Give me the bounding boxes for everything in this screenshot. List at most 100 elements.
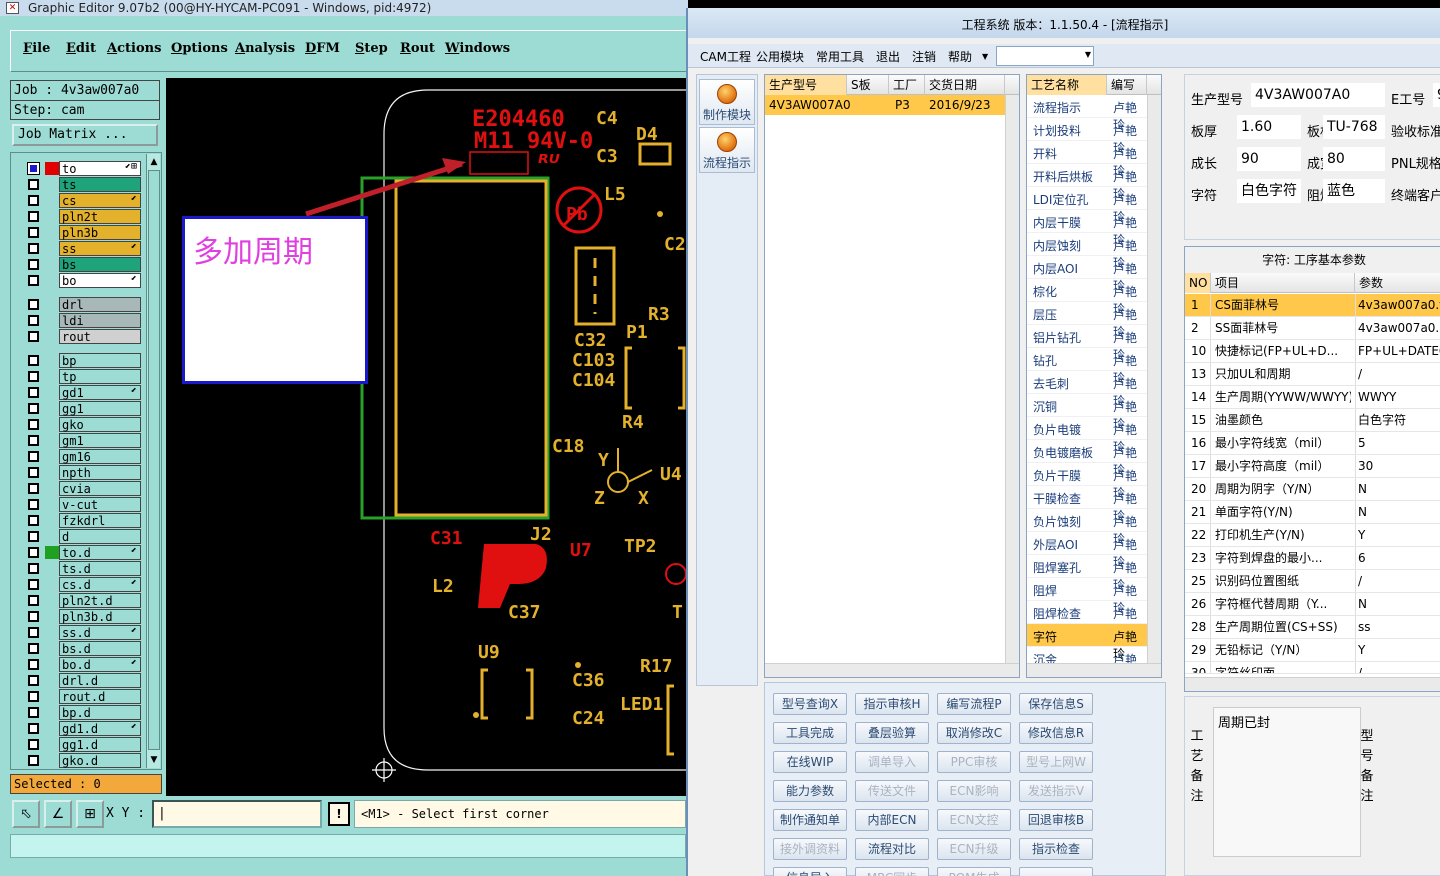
es-menu-item[interactable]: 常用工具 <box>816 48 864 65</box>
layer-row[interactable]: pln3b <box>25 225 143 240</box>
e-value[interactable]: 9 <box>1433 83 1440 107</box>
layer-checkbox[interactable] <box>28 227 39 238</box>
process-row[interactable]: LDI定位孔 卢艳玲 <box>1027 187 1147 224</box>
ge-menu-item[interactable]: Windows <box>445 41 510 56</box>
param-row[interactable]: 23 字符到焊盘的最小... 6 <box>1185 547 1440 570</box>
zoom-area-icon[interactable]: ⬁ <box>12 800 40 828</box>
param-row[interactable]: 13 只加UL和周期 / <box>1185 363 1440 386</box>
param-row[interactable]: 17 最小字符高度（mil） 30 <box>1185 455 1440 478</box>
layer-checkbox[interactable] <box>27 162 40 175</box>
scroll-thumb[interactable] <box>148 170 160 750</box>
layer-checkbox[interactable] <box>28 691 39 702</box>
es-menu-item[interactable]: CAM工程 <box>700 48 751 65</box>
mask-value[interactable]: 蓝色 <box>1323 179 1385 203</box>
layer-checkbox[interactable] <box>28 739 39 750</box>
layer-checkbox[interactable] <box>28 723 39 734</box>
action-button[interactable]: 流程对比 <box>855 838 929 860</box>
action-button[interactable]: 制作通知单 <box>773 809 847 831</box>
product-grid-header-cell[interactable]: 生产型号 <box>765 75 847 95</box>
param-row[interactable]: 15 油墨颜色 白色字符 <box>1185 409 1440 432</box>
layer-checkbox[interactable] <box>28 627 39 638</box>
process-row[interactable]: 内层蚀刻 卢艳玲 <box>1027 233 1147 270</box>
process-row[interactable]: 负片干膜 卢艳玲 <box>1027 463 1147 500</box>
action-button[interactable]: 指示检查 <box>1019 838 1093 860</box>
layer-row[interactable]: to ⬋⊞ <box>25 161 143 176</box>
warning-icon[interactable]: ! <box>328 802 350 826</box>
process-row[interactable]: 内层AOI 卢艳玲 <box>1027 256 1147 293</box>
layer-checkbox[interactable] <box>28 435 39 446</box>
layer-row[interactable]: fzkdrl <box>25 513 143 528</box>
layer-row[interactable]: ldi <box>25 313 143 328</box>
es-menu-item[interactable]: 退出 <box>876 48 900 65</box>
process-row[interactable]: 沉铜 卢艳玲 <box>1027 394 1147 431</box>
process-grid-header-cell[interactable]: 编写 <box>1107 75 1147 95</box>
layer-row[interactable]: cs ⬋ <box>25 193 143 208</box>
process-row[interactable]: 计划投料 卢艳玲 <box>1027 118 1147 155</box>
layer-checkbox[interactable] <box>28 563 39 574</box>
layer-row[interactable]: bo ⬋ <box>25 273 143 288</box>
ge-menu-item[interactable]: Actions <box>107 41 161 56</box>
process-row[interactable]: 内层干膜 卢艳玲 <box>1027 210 1147 247</box>
process-row[interactable]: 开料 卢艳玲 <box>1027 141 1147 178</box>
param-row[interactable]: 1 CS面菲林号 4v3aw007a0.t <box>1185 294 1440 317</box>
layer-row[interactable]: ss ⬋ <box>25 241 143 256</box>
layer-checkbox[interactable] <box>28 355 39 366</box>
action-button[interactable]: 编写流程P <box>937 693 1011 715</box>
layer-checkbox[interactable] <box>28 243 39 254</box>
layer-row[interactable]: npth <box>25 465 143 480</box>
length-value[interactable]: 90 <box>1237 147 1301 171</box>
layer-checkbox[interactable] <box>28 611 39 622</box>
action-button[interactable]: PPC审核 <box>937 751 1011 773</box>
action-button[interactable] <box>1019 867 1093 876</box>
width-value[interactable]: 80 <box>1323 147 1385 171</box>
process-row[interactable]: 字符 卢艳玲 <box>1027 624 1147 661</box>
layer-row[interactable]: rout <box>25 329 143 344</box>
layer-checkbox[interactable] <box>28 299 39 310</box>
process-row[interactable]: 阻焊塞孔 卢艳玲 <box>1027 555 1147 592</box>
grid-snap-icon[interactable]: ⊞ <box>76 800 104 828</box>
product-row[interactable]: 4V3AW007A0 P3 2016/9/23 <box>765 95 1005 115</box>
action-button[interactable]: 回退审核B <box>1019 809 1093 831</box>
layer-row[interactable]: v-cut <box>25 497 143 512</box>
layer-checkbox[interactable] <box>28 499 39 510</box>
layer-checkbox[interactable] <box>28 675 39 686</box>
layer-row[interactable]: gd1 ⬋ <box>25 385 143 400</box>
layer-row[interactable]: tp <box>25 369 143 384</box>
action-button[interactable]: 在线WIP <box>773 751 847 773</box>
char-value[interactable]: 白色字符 <box>1237 179 1301 203</box>
action-button[interactable]: 叠层验算 <box>855 722 929 744</box>
param-row[interactable]: 26 字符框代替周期（Y... N <box>1185 593 1440 616</box>
es-menu-item[interactable]: 帮助 <box>948 48 972 65</box>
scroll-up-arrow-icon[interactable]: ▲ <box>148 156 160 168</box>
layer-checkbox[interactable] <box>28 259 39 270</box>
ge-menu-item[interactable]: Rout <box>400 41 435 56</box>
action-button[interactable]: 工具完成 <box>773 722 847 744</box>
layer-checkbox[interactable] <box>28 315 39 326</box>
layer-checkbox[interactable] <box>28 467 39 478</box>
layer-row[interactable]: gg1 <box>25 401 143 416</box>
param-row[interactable]: 28 生产周期位置(CS+SS) ss <box>1185 616 1440 639</box>
action-button[interactable]: 取消修改C <box>937 722 1011 744</box>
es-menu-combo[interactable]: ▼ <box>996 46 1094 66</box>
layer-row[interactable]: ts.d <box>25 561 143 576</box>
layer-checkbox[interactable] <box>28 179 39 190</box>
ge-menu-item[interactable]: File <box>23 41 50 56</box>
layer-row[interactable]: gm1 <box>25 433 143 448</box>
ge-menu-item[interactable]: Step <box>355 41 388 56</box>
model-value[interactable]: 4V3AW007A0 <box>1251 83 1385 107</box>
side-button[interactable]: 流程指示 <box>699 127 755 173</box>
layer-checkbox[interactable] <box>28 275 39 286</box>
action-button[interactable]: 修改信息R <box>1019 722 1093 744</box>
layer-row[interactable]: bp.d <box>25 705 143 720</box>
process-row[interactable]: 外层AOI 卢艳玲 <box>1027 532 1147 569</box>
param-row[interactable]: 10 快捷标记(FP+UL+D... FP+UL+DATECO <box>1185 340 1440 363</box>
layer-checkbox[interactable] <box>28 595 39 606</box>
process-row[interactable]: 开料后烘板 卢艳玲 <box>1027 164 1147 201</box>
layer-checkbox[interactable] <box>28 403 39 414</box>
layer-checkbox[interactable] <box>28 371 39 382</box>
layer-checkbox[interactable] <box>28 547 39 558</box>
process-row[interactable]: 层压 卢艳玲 <box>1027 302 1147 339</box>
ge-title-bar[interactable]: ✕ Graphic Editor 9.07b2 (00@HY-HYCAM-PC0… <box>0 0 688 16</box>
layer-row[interactable]: gm16 <box>25 449 143 464</box>
layer-row[interactable]: rout.d <box>25 689 143 704</box>
